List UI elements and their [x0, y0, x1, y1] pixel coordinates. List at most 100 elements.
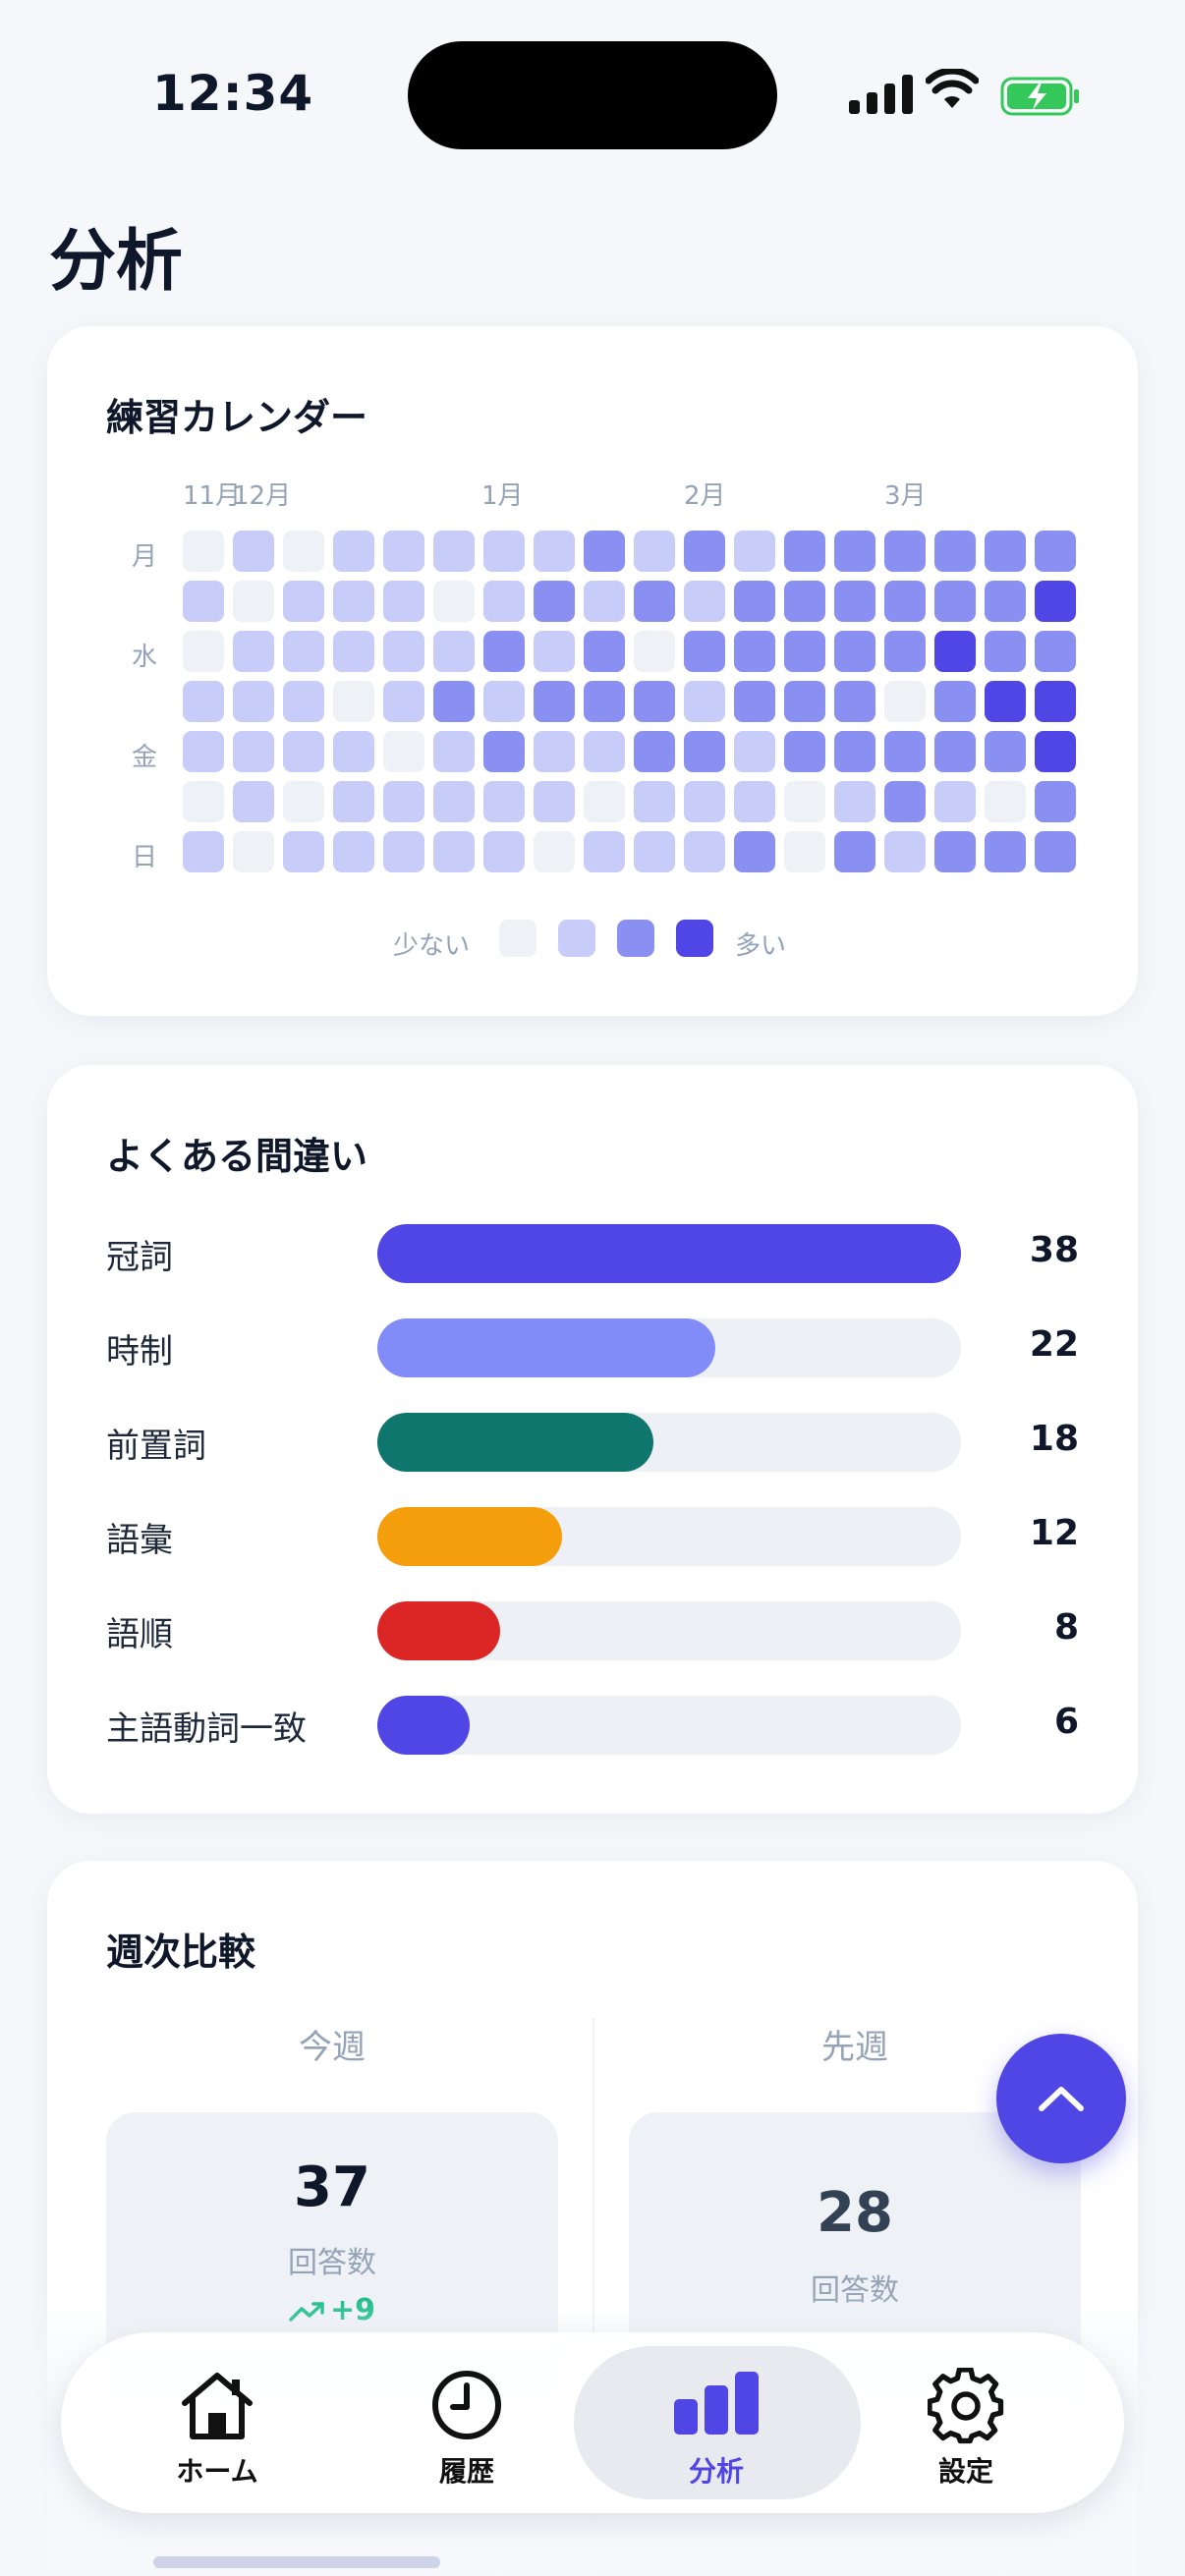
calendar-day-cell	[985, 581, 1026, 622]
scroll-to-top-button[interactable]	[996, 2034, 1126, 2163]
calendar-day-cell	[784, 731, 825, 772]
home-indicator	[153, 2556, 440, 2568]
this-week-answers-value: 37	[294, 2156, 370, 2219]
mistake-count: 22	[1029, 1324, 1079, 1365]
calendar-day-cell	[1035, 681, 1076, 722]
calendar-day-cell	[283, 831, 324, 872]
calendar-day-cell	[734, 831, 775, 872]
calendar-day-cell	[233, 631, 274, 672]
calendar-day-cell	[884, 781, 926, 822]
calendar-day-cell	[183, 781, 224, 822]
calendar-day-cell	[584, 681, 625, 722]
calendar-day-cell	[734, 531, 775, 572]
calendar-title: 練習カレンダー	[106, 396, 368, 439]
status-bar: 12:34	[0, 0, 1185, 196]
mistake-label: 主語動詞一致	[106, 1709, 307, 1749]
calendar-day-cell	[534, 531, 575, 572]
tab-settings-label: 設定	[937, 2455, 993, 2488]
calendar-day-cell	[534, 731, 575, 772]
mistake-label: 冠詞	[106, 1238, 173, 1277]
calendar-day-cell	[433, 531, 475, 572]
mistake-bar-fill	[377, 1224, 961, 1283]
mistake-bar-track	[377, 1696, 961, 1755]
calendar-day-cell	[233, 681, 274, 722]
calendar-day-cell	[884, 831, 926, 872]
tab-analysis[interactable]: 分析	[574, 2332, 861, 2513]
calendar-day-cell	[333, 681, 374, 722]
calendar-day-cell	[584, 631, 625, 672]
calendar-day-cell	[183, 531, 224, 572]
calendar-day-cell	[634, 831, 675, 872]
calendar-day-cell	[433, 831, 475, 872]
calendar-day-cell	[534, 581, 575, 622]
tab-bar: ホーム 履歴 分析 設定	[61, 2332, 1124, 2513]
mistake-label: 語彙	[106, 1521, 173, 1560]
calendar-day-cell	[333, 631, 374, 672]
calendar-day-cell	[183, 631, 224, 672]
calendar-day-cell	[183, 831, 224, 872]
calendar-day-cell	[834, 681, 875, 722]
calendar-day-cell	[333, 581, 374, 622]
calendar-day-cell	[734, 581, 775, 622]
legend-more-label: 多い	[735, 931, 787, 961]
calendar-day-cell	[534, 781, 575, 822]
chevron-up-icon	[1039, 2087, 1084, 2111]
calendar-day-cell	[383, 831, 424, 872]
calendar-day-cell	[684, 531, 725, 572]
legend-level-3	[676, 920, 713, 957]
legend-level-1	[558, 920, 595, 957]
dynamic-island	[408, 41, 777, 149]
calendar-day-cell	[534, 681, 575, 722]
mistake-bar-fill	[377, 1413, 654, 1472]
tab-home[interactable]: ホーム	[94, 2332, 340, 2513]
month-label: 12月	[233, 481, 292, 511]
calendar-day-cell	[433, 581, 475, 622]
calendar-day-cell	[985, 781, 1026, 822]
last-week-answers-value: 28	[817, 2181, 893, 2245]
calendar-day-cell	[834, 631, 875, 672]
calendar-day-cell	[233, 781, 274, 822]
month-label: 1月	[481, 481, 524, 511]
calendar-day-cell	[934, 831, 976, 872]
calendar-day-cell	[483, 631, 525, 672]
calendar-day-cell	[934, 581, 976, 622]
tab-history[interactable]: 履歴	[344, 2332, 590, 2513]
mistake-bar-track	[377, 1318, 961, 1377]
calendar-day-cell	[333, 531, 374, 572]
tab-analysis-label: 分析	[688, 2455, 744, 2488]
calendar-day-cell	[584, 781, 625, 822]
status-time: 12:34	[152, 65, 314, 122]
tab-history-label: 履歴	[438, 2455, 494, 2488]
calendar-day-cell	[584, 831, 625, 872]
calendar-day-cell	[383, 731, 424, 772]
mistake-count: 6	[1053, 1702, 1079, 1742]
calendar-day-cell	[684, 781, 725, 822]
calendar-day-cell	[934, 731, 976, 772]
month-label: 3月	[884, 481, 927, 511]
calendar-day-cell	[584, 581, 625, 622]
tab-settings[interactable]: 設定	[843, 2332, 1089, 2513]
mistake-bar-fill	[377, 1318, 715, 1377]
calendar-day-cell	[684, 681, 725, 722]
calendar-day-cell	[383, 631, 424, 672]
calendar-day-cell	[383, 781, 424, 822]
calendar-day-cell	[333, 731, 374, 772]
weekly-title: 週次比較	[106, 1931, 256, 1974]
calendar-day-cell	[834, 731, 875, 772]
calendar-day-cell	[985, 731, 1026, 772]
tab-home-label: ホーム	[176, 2455, 258, 2488]
mistake-bar-track	[377, 1507, 961, 1566]
calendar-day-cell	[1035, 581, 1076, 622]
bar-chart-icon	[674, 2372, 759, 2435]
calendar-day-cell	[884, 531, 926, 572]
calendar-day-cell	[383, 531, 424, 572]
mistake-bar-track	[377, 1224, 961, 1283]
month-label: 2月	[684, 481, 726, 511]
mistake-bar-fill	[377, 1601, 501, 1660]
calendar-day-cell	[233, 581, 274, 622]
calendar-day-cell	[985, 681, 1026, 722]
page-title: 分析	[49, 223, 184, 301]
practice-calendar-card: 練習カレンダー 11月 12月 1月 2月 3月 月 水 金 日 少ない 多い	[47, 326, 1138, 1016]
mistake-count: 38	[1029, 1230, 1079, 1270]
calendar-day-cell	[1035, 631, 1076, 672]
